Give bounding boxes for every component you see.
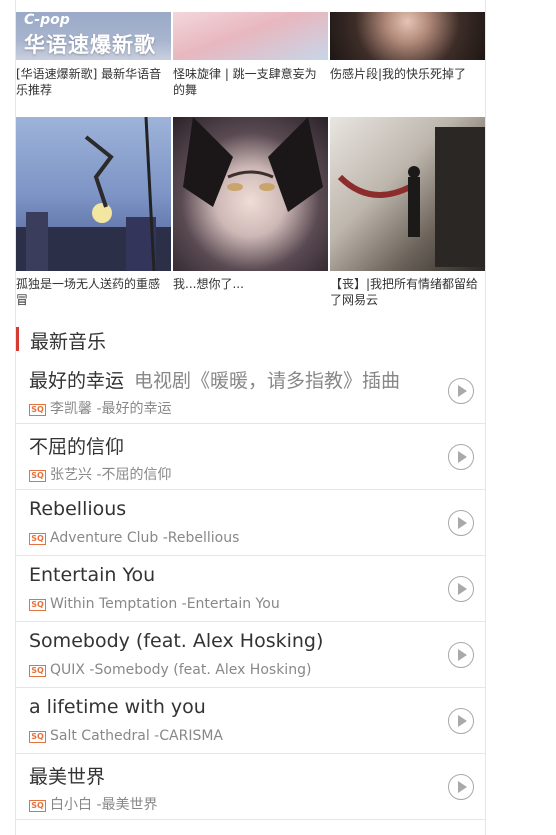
song-artist-album: QUIX -Somebody (feat. Alex Hosking): [50, 662, 312, 678]
song-artist-album: Within Temptation -Entertain You: [50, 596, 280, 612]
song-meta-line: SQ Adventure Club -Rebellious: [29, 530, 239, 546]
play-icon[interactable]: [448, 378, 474, 404]
song-meta-line: SQ QUIX -Somebody (feat. Alex Hosking): [29, 662, 311, 678]
song-artist-album: Salt Cathedral -CARISMA: [50, 728, 223, 744]
song-item[interactable]: Rebellious SQ Adventure Club -Rebellious: [16, 490, 485, 556]
song-artist-album: 张艺兴 -不屈的信仰: [50, 467, 172, 483]
cover-tag: C-pop: [24, 12, 70, 28]
sq-badge-icon: SQ: [29, 665, 46, 677]
song-title: Rebellious: [29, 498, 127, 520]
playlist-cover[interactable]: [173, 117, 328, 271]
song-alias: 电视剧《暖暖，请多指教》插曲: [134, 370, 401, 392]
play-icon[interactable]: [448, 708, 474, 734]
section-header: 最新音乐: [16, 326, 485, 353]
cover-illustration: [337, 127, 485, 267]
song-item[interactable]: Somebody (feat. Alex Hosking) SQ QUIX -So…: [16, 622, 485, 688]
playlist-cover[interactable]: [16, 117, 171, 271]
play-icon[interactable]: [448, 510, 474, 536]
song-title-line: Rebellious: [29, 498, 126, 520]
song-meta-line: SQ 李凯馨 -最好的幸运: [29, 398, 172, 418]
playlist-caption[interactable]: 孤独是一场无人送药的重感冒: [16, 276, 171, 308]
song-meta-line: SQ 白小白 -最美世界: [29, 794, 158, 814]
song-artist-album: 白小白 -最美世界: [50, 797, 158, 813]
song-title: 最好的幸运: [29, 370, 125, 392]
playlist-cover[interactable]: [173, 12, 328, 60]
play-icon[interactable]: [448, 642, 474, 668]
song-meta-line: SQ Within Temptation -Entertain You: [29, 596, 280, 612]
song-meta-line: SQ 张艺兴 -不屈的信仰: [29, 464, 172, 484]
song-title-line: 最好的幸运 电视剧《暖暖，请多指教》插曲: [29, 366, 400, 393]
section-title: 最新音乐: [30, 331, 107, 353]
song-artist-album: 李凯馨 -最好的幸运: [50, 401, 172, 417]
play-icon[interactable]: [448, 774, 474, 800]
playlist-cover[interactable]: [330, 12, 485, 60]
song-item[interactable]: 最美世界 SQ 白小白 -最美世界: [16, 754, 485, 820]
playlist-caption[interactable]: 伤感片段|我的快乐死掉了: [330, 66, 485, 82]
song-item[interactable]: Entertain You SQ Within Temptation -Enter…: [16, 556, 485, 622]
playlist-caption[interactable]: 怪味旋律 | 跳一支肆意妄为的舞: [173, 66, 328, 98]
playlist-caption[interactable]: 我...想你了...: [173, 276, 328, 292]
playlist-caption[interactable]: [华语速爆新歌] 最新华语音乐推荐: [16, 66, 171, 98]
page-column: C-pop 华语速爆新歌 [华语速爆新歌] 最新华语音乐推荐 怪味旋律 | 跳一…: [15, 0, 486, 835]
playlist-cover[interactable]: [330, 117, 485, 271]
cover-illustration: [183, 117, 323, 212]
song-artist-album: Adventure Club -Rebellious: [50, 530, 240, 546]
sq-badge-icon: SQ: [29, 404, 46, 416]
sq-badge-icon: SQ: [29, 800, 46, 812]
song-title-line: Entertain You: [29, 564, 155, 586]
play-icon[interactable]: [448, 444, 474, 470]
play-icon[interactable]: [448, 576, 474, 602]
playlist-cover[interactable]: C-pop 华语速爆新歌: [16, 12, 171, 60]
section-accent-bar: [16, 327, 19, 351]
sq-badge-icon: SQ: [29, 599, 46, 611]
song-item[interactable]: 不屈的信仰 SQ 张艺兴 -不屈的信仰: [16, 424, 485, 490]
song-item[interactable]: a lifetime with you SQ Salt Cathedral -CA…: [16, 688, 485, 754]
song-title-line: 最美世界: [29, 762, 105, 789]
song-title: Somebody (feat. Alex Hosking): [29, 630, 324, 652]
song-item[interactable]: 最好的幸运 电视剧《暖暖，请多指教》插曲 SQ 李凯馨 -最好的幸运: [16, 358, 485, 424]
song-meta-line: SQ Salt Cathedral -CARISMA: [29, 728, 223, 744]
song-title-line: 不屈的信仰: [29, 432, 124, 459]
song-title-line: a lifetime with you: [29, 696, 206, 718]
song-title: 不屈的信仰: [29, 436, 125, 458]
sq-badge-icon: SQ: [29, 470, 46, 482]
cover-illustration: [16, 117, 171, 271]
cover-title: 华语速爆新歌: [24, 33, 156, 57]
sq-badge-icon: SQ: [29, 533, 46, 545]
song-title-line: Somebody (feat. Alex Hosking): [29, 630, 323, 652]
sq-badge-icon: SQ: [29, 731, 46, 743]
song-title: 最美世界: [29, 766, 106, 788]
song-title: Entertain You: [29, 564, 156, 586]
playlist-caption[interactable]: 【丧】|我把所有情绪都留给了网易云: [330, 276, 485, 308]
song-title: a lifetime with you: [29, 696, 206, 718]
